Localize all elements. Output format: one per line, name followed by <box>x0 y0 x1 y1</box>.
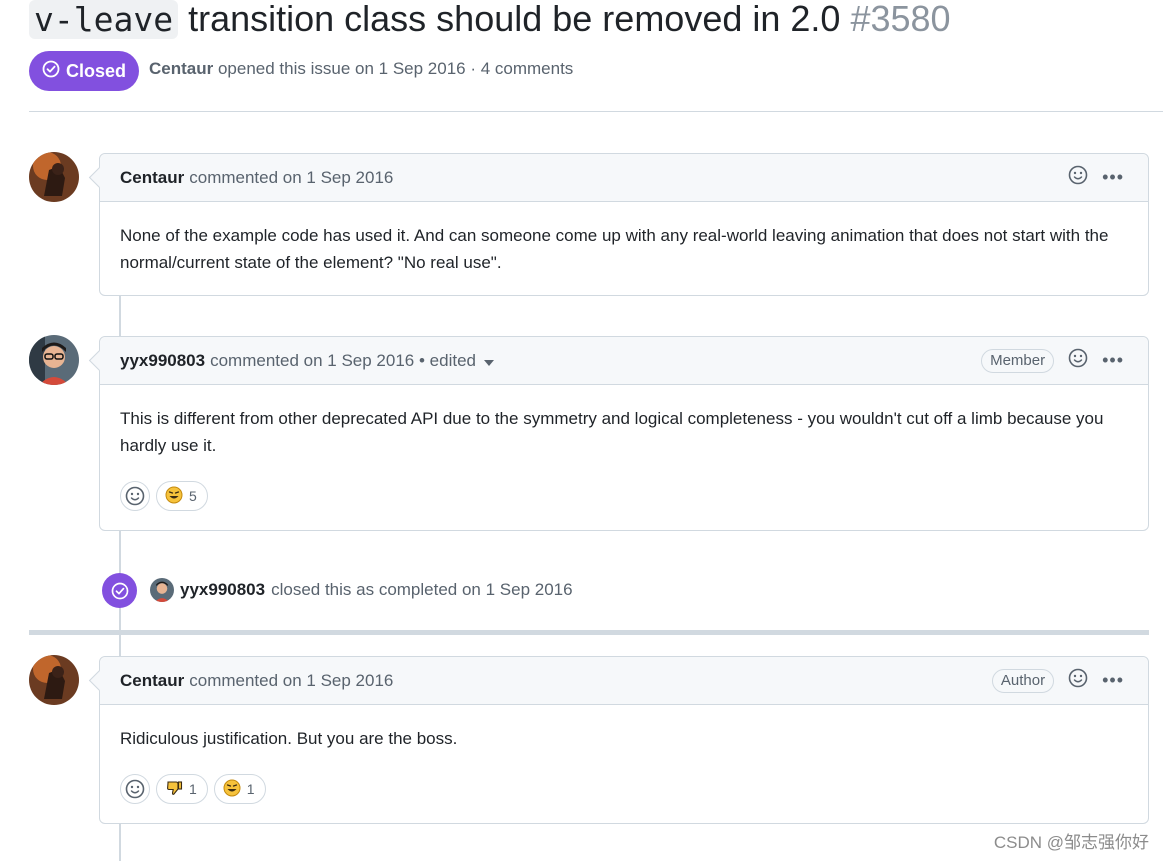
issue-state-label: Closed <box>65 60 126 81</box>
add-reaction-icon[interactable] <box>1068 348 1088 373</box>
comment-timestamp[interactable]: commented on 1 Sep 2016 <box>189 671 393 691</box>
avatar[interactable] <box>150 578 174 602</box>
timeline-line <box>119 607 121 631</box>
closed-event-icon <box>102 573 137 608</box>
event-text: closed this as completed on 1 Sep 2016 <box>271 580 573 599</box>
closed-event: yyx990803 closed this as completed on 1 … <box>150 578 573 602</box>
issue-meta-text: opened this issue on 1 Sep 2016 · 4 comm… <box>217 59 574 78</box>
add-reaction-icon[interactable] <box>1068 165 1088 190</box>
edited-dropdown-icon[interactable] <box>483 351 494 371</box>
reaction-button[interactable]: 5 <box>156 481 208 511</box>
header-divider <box>29 111 1163 112</box>
role-badge: Member <box>981 348 1055 373</box>
edited-indicator[interactable]: • edited <box>419 351 476 371</box>
reaction-button[interactable]: 1 <box>213 774 266 804</box>
reaction-count: 1 <box>246 781 255 797</box>
comment-body: This is different from other deprecated … <box>120 409 1104 455</box>
watermark: CSDN @邹志强你好 <box>993 833 1149 852</box>
comment-author[interactable]: yyx990803 <box>120 351 205 371</box>
issue-author-link[interactable]: Centaur <box>149 59 213 78</box>
timeline-separator <box>29 630 1149 635</box>
reaction-count: 5 <box>189 488 197 504</box>
comment-author[interactable]: Centaur <box>120 168 184 188</box>
closed-check-icon <box>42 60 60 83</box>
role-badge: Author <box>991 668 1055 693</box>
more-options-icon[interactable]: ••• <box>1102 670 1124 691</box>
timeline-line <box>119 295 121 337</box>
grinning-emoji-icon <box>223 779 241 800</box>
avatar[interactable] <box>29 335 79 385</box>
comment-body: Ridiculous justification. But you are th… <box>120 729 458 748</box>
comment-card: Centaur commented on 1 Sep 2016 ••• None… <box>88 153 1149 296</box>
add-reaction-icon[interactable] <box>1068 668 1088 693</box>
timeline-line <box>119 635 121 657</box>
reaction-button[interactable]: 1 <box>156 774 208 804</box>
comment-header: Centaur commented on 1 Sep 2016 ••• <box>100 154 1148 202</box>
comment-card: yyx990803 commented on 1 Sep 2016 • edit… <box>88 336 1149 531</box>
issue-state-badge: Closed <box>29 51 139 91</box>
comment-header: yyx990803 commented on 1 Sep 2016 • edit… <box>100 337 1148 385</box>
timeline-line <box>119 530 121 574</box>
avatar[interactable] <box>29 655 79 705</box>
comment-card: Centaur commented on 1 Sep 2016 Author •… <box>88 656 1149 824</box>
reaction-count: 1 <box>189 781 197 797</box>
comment-header: Centaur commented on 1 Sep 2016 Author •… <box>100 657 1148 705</box>
comment-timestamp[interactable]: commented on 1 Sep 2016 <box>189 168 393 188</box>
issue-title: v-leave transition class should be remov… <box>29 0 951 42</box>
grinning-emoji-icon <box>165 486 183 507</box>
more-options-icon[interactable]: ••• <box>1102 350 1124 371</box>
timeline-line <box>119 823 121 861</box>
issue-title-text: transition class should be removed in 2.… <box>178 0 851 39</box>
event-actor[interactable]: yyx990803 <box>180 580 265 600</box>
add-reaction-button[interactable] <box>120 774 150 804</box>
issue-meta: Centaur opened this issue on 1 Sep 2016 … <box>149 59 573 79</box>
reactions-bar: 5 <box>100 481 1148 511</box>
comment-body: None of the example code has used it. An… <box>120 226 1109 272</box>
comment-author[interactable]: Centaur <box>120 671 184 691</box>
more-options-icon[interactable]: ••• <box>1102 167 1124 188</box>
add-reaction-button[interactable] <box>120 481 150 511</box>
reactions-bar: 1 1 <box>100 774 1148 804</box>
comment-timestamp[interactable]: commented on 1 Sep 2016 <box>210 351 414 371</box>
issue-title-code: v-leave <box>29 0 179 39</box>
thumbs-down-emoji-icon <box>165 779 183 800</box>
issue-number: #3580 <box>850 0 951 39</box>
avatar[interactable] <box>29 152 79 202</box>
